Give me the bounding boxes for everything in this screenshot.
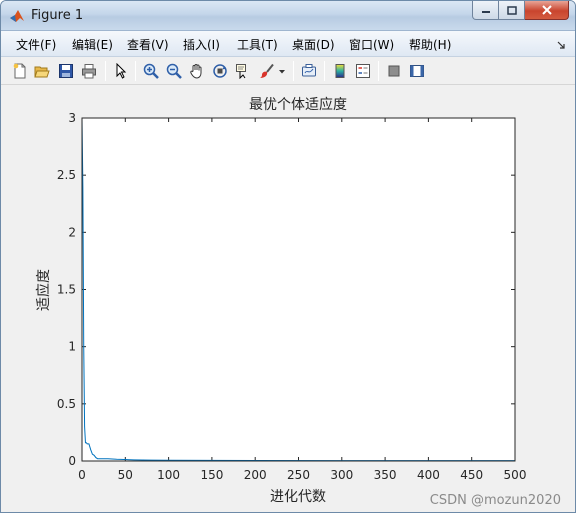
x-tick-label: 100 [157,468,180,482]
show-plot-tools-icon[interactable] [408,62,426,80]
x-tick-label: 450 [460,468,483,482]
menu-dock-arrow-icon[interactable] [557,38,565,52]
maximize-button[interactable] [499,1,525,20]
y-tick-label: 2.5 [57,168,76,182]
brush-icon[interactable] [258,62,276,80]
new-figure-icon[interactable] [11,62,29,80]
minimize-icon [481,11,490,13]
brush-dropdown-icon[interactable] [277,62,287,80]
x-tick-label: 500 [504,468,527,482]
title-bar[interactable]: Figure 1 [1,1,575,31]
zoom-in-icon[interactable] [142,62,160,80]
close-icon [541,5,552,15]
y-tick-label: 3 [68,111,76,125]
figure-canvas[interactable]: 0 50 100 150 200 250 300 350 400 450 500 0 0.5 1 1.5 2 2… [1,86,575,513]
matlab-logo-icon [9,8,25,24]
menu-edit[interactable]: 编辑(E) [72,36,113,53]
pan-icon[interactable] [188,62,206,80]
menu-window[interactable]: 窗口(W) [349,36,394,53]
data-cursor-icon[interactable] [234,62,252,80]
save-icon[interactable] [57,62,75,80]
menu-view[interactable]: 查看(V) [127,36,169,53]
y-axis-label: 适应度 [35,269,52,311]
x-axis-label: 进化代数 [270,489,326,505]
plot-area [82,118,515,461]
x-tick-label: 50 [118,468,133,482]
maximize-icon [506,5,517,15]
hide-plot-tools-icon[interactable] [385,62,403,80]
x-tick-label: 350 [374,468,397,482]
menu-file[interactable]: 文件(F) [16,36,56,53]
rotate-3d-icon[interactable] [211,62,229,80]
menu-insert[interactable]: 插入(I) [183,36,220,53]
print-icon[interactable] [80,62,98,80]
x-tick-label: 0 [78,468,86,482]
figure-toolbar [1,57,575,85]
link-plot-icon[interactable] [300,62,318,80]
y-tick-label: 1 [68,340,76,354]
legend-icon[interactable] [354,62,372,80]
minimize-button[interactable] [472,1,499,20]
x-tick-label: 300 [330,468,353,482]
figure-window: Figure 1 文件(F) 编辑(E) 查看(V) 插入(I) 工具(T) 桌… [0,0,576,513]
watermark: CSDN @mozun2020 [430,493,561,508]
x-tick-label: 150 [200,468,223,482]
line-chart[interactable]: 0 50 100 150 200 250 300 350 400 450 500 0 0.5 1 1.5 2 2… [1,86,575,513]
chart-title: 最优个体适应度 [249,96,347,113]
open-file-icon[interactable] [33,62,51,80]
y-tick-label: 2 [68,225,76,239]
y-tick-label: 0.5 [57,397,76,411]
x-tick-label: 200 [244,468,267,482]
zoom-out-icon[interactable] [165,62,183,80]
menu-desktop[interactable]: 桌面(D) [292,36,335,53]
window-title: Figure 1 [31,8,84,23]
menu-help[interactable]: 帮助(H) [409,36,451,53]
pointer-icon[interactable] [112,62,130,80]
menu-bar: 文件(F) 编辑(E) 查看(V) 插入(I) 工具(T) 桌面(D) 窗口(W… [1,31,575,57]
menu-tools[interactable]: 工具(T) [237,36,278,53]
x-tick-label: 250 [287,468,310,482]
y-tick-label: 1.5 [57,283,76,297]
close-button[interactable] [525,1,569,20]
y-tick-label: 0 [68,454,76,468]
colorbar-icon[interactable] [331,62,349,80]
x-tick-label: 400 [417,468,440,482]
